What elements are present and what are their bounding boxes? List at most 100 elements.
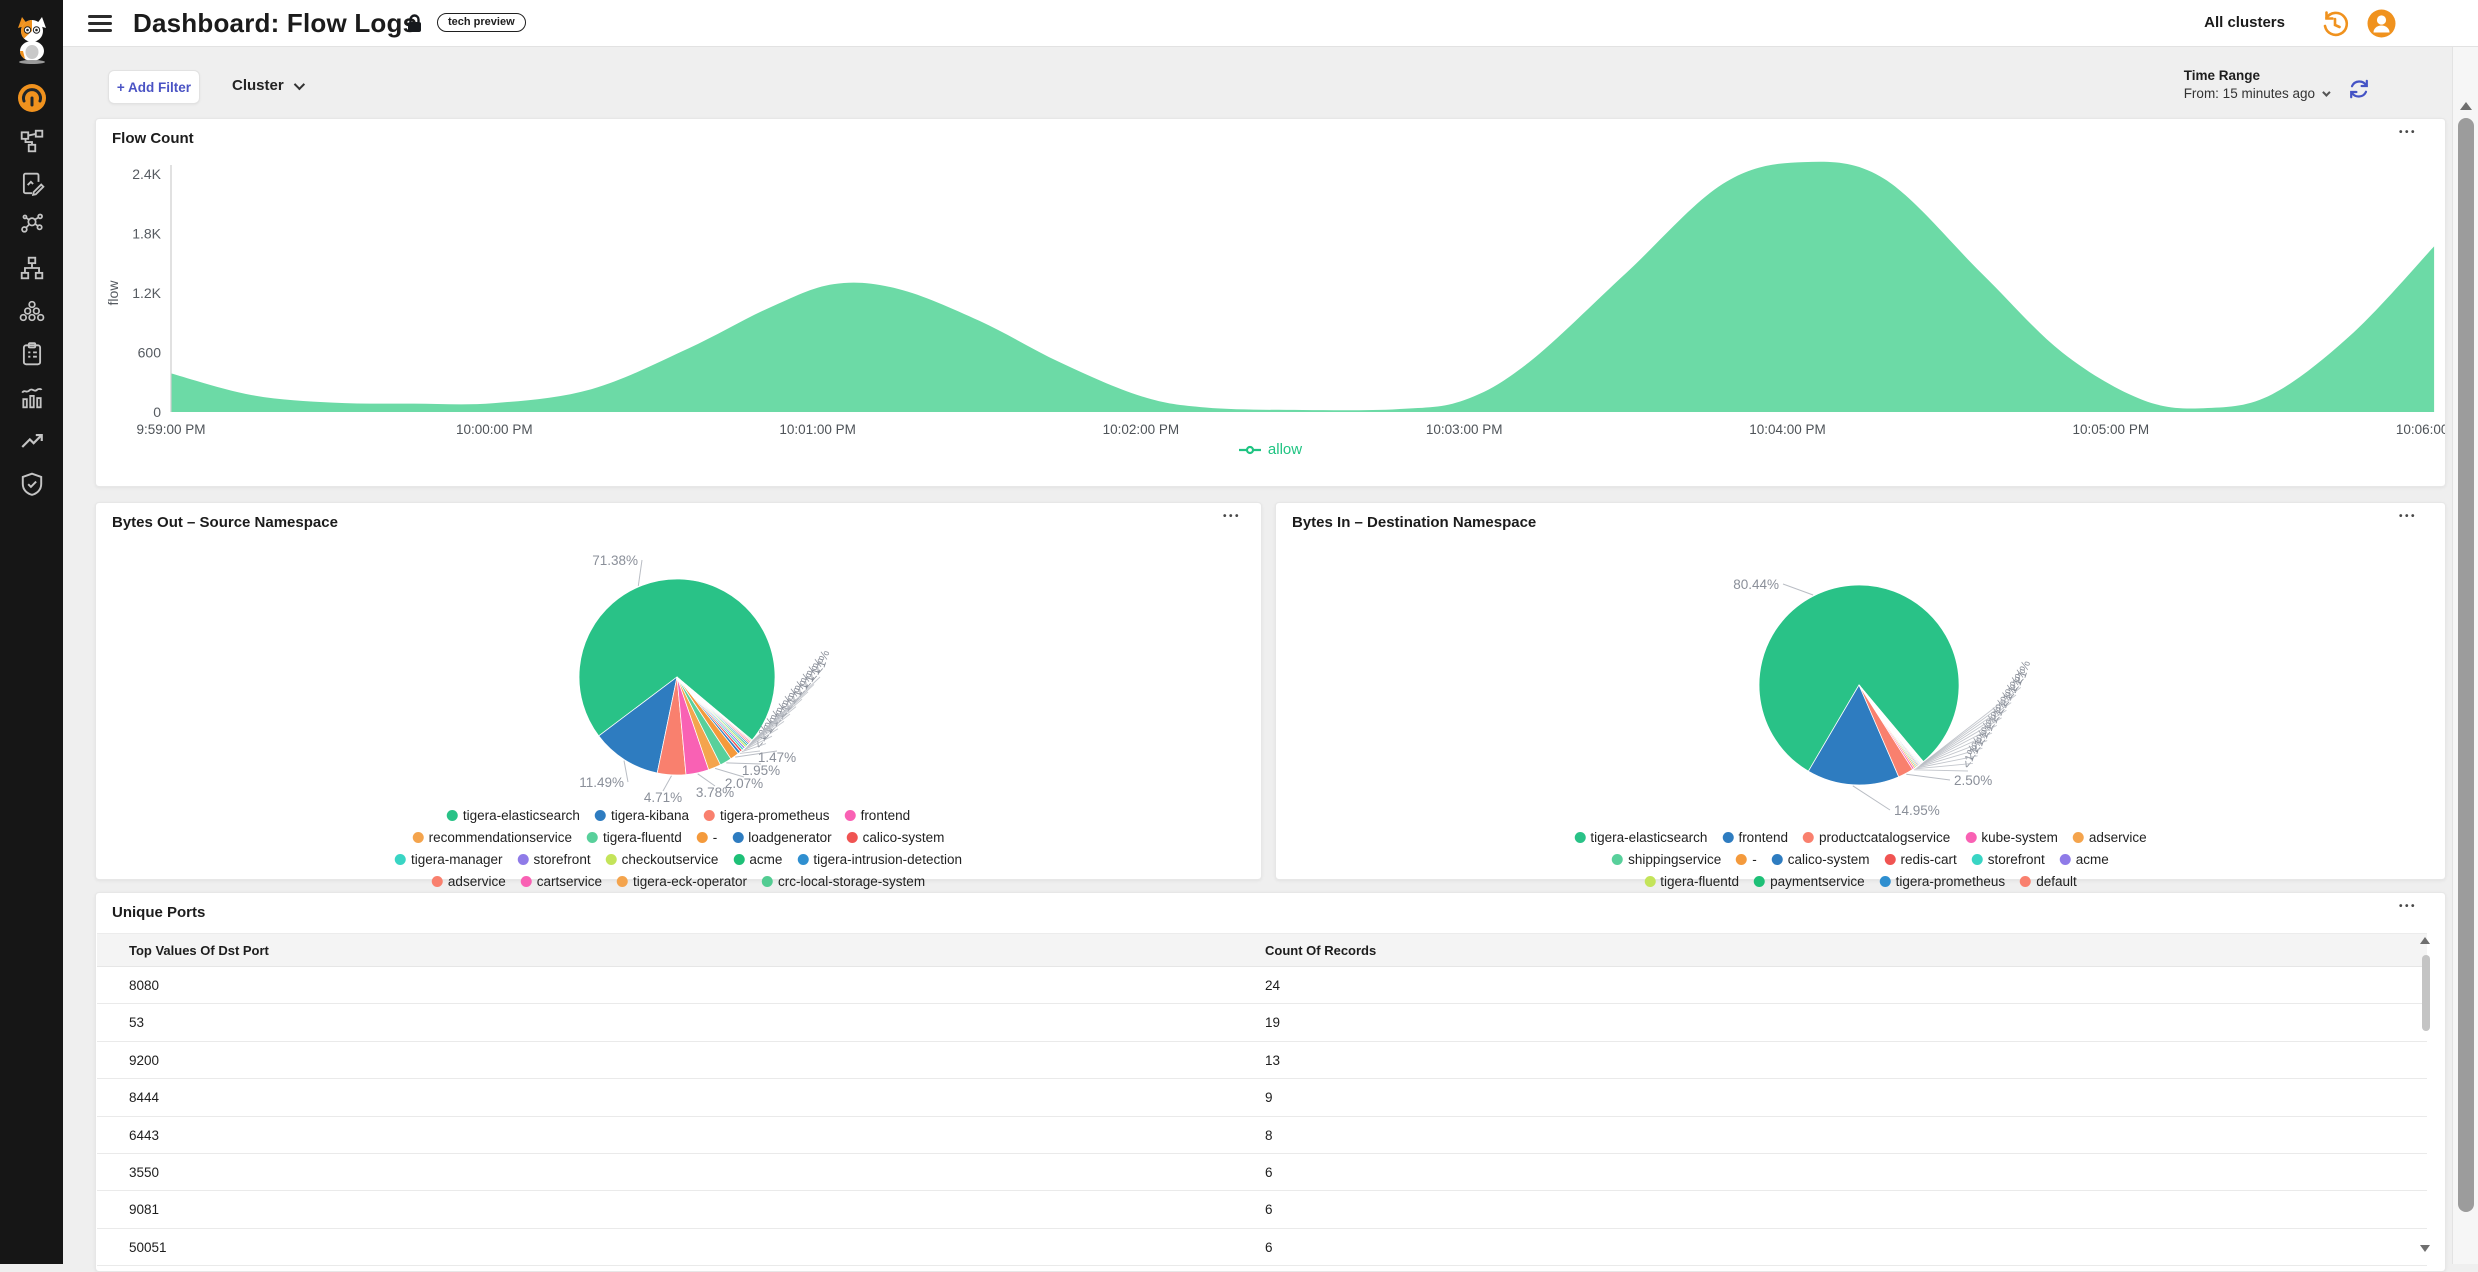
legend-item-storefront[interactable]: storefront bbox=[1972, 852, 2045, 867]
legend-dot bbox=[2073, 832, 2084, 843]
history-icon[interactable] bbox=[2320, 9, 2350, 39]
pie-percent-label: 1.47% bbox=[758, 750, 796, 765]
sidebar-item-network[interactable] bbox=[0, 126, 63, 156]
legend-item-acme[interactable]: acme bbox=[733, 852, 782, 867]
scroll-down-arrow[interactable] bbox=[2420, 1245, 2430, 1252]
legend-item-shippingservice[interactable]: shippingservice bbox=[1612, 852, 1721, 867]
sidebar-item-network-sets[interactable] bbox=[0, 253, 63, 283]
sidebar-item-compliance[interactable] bbox=[0, 469, 63, 499]
pie-label-line bbox=[1853, 786, 1890, 810]
sidebar-item-workloads[interactable] bbox=[0, 296, 63, 326]
lock-icon bbox=[406, 14, 423, 38]
legend-item-tigera-elasticsearch[interactable]: tigera-elasticsearch bbox=[1574, 830, 1707, 845]
legend-item-acme[interactable]: acme bbox=[2060, 852, 2109, 867]
workloads-cluster-icon bbox=[19, 298, 45, 324]
legend-dot bbox=[587, 832, 598, 843]
legend-item-frontend[interactable]: frontend bbox=[1722, 830, 1788, 845]
add-filter-button[interactable]: + Add Filter bbox=[108, 70, 200, 104]
legend-item-paymentservice[interactable]: paymentservice bbox=[1754, 874, 1865, 889]
column-header-dst-port[interactable]: Top Values Of Dst Port bbox=[129, 943, 269, 958]
legend-label: redis-cart bbox=[1901, 852, 1957, 867]
flow-legend-allow[interactable]: allow bbox=[96, 441, 2445, 458]
bytes-in-panel: Bytes In – Destination Namespace ••• 80.… bbox=[1275, 502, 2446, 880]
unique-ports-panel: Unique Ports ••• Top Values Of Dst Port … bbox=[95, 892, 2446, 1272]
x-axis-tick-label: 10:01:00 PM bbox=[779, 422, 856, 437]
y-axis-tick-label: 1.2K bbox=[132, 285, 161, 301]
legend-label: storefront bbox=[1988, 852, 2045, 867]
legend-item-productcatalogservice[interactable]: productcatalogservice bbox=[1803, 830, 1950, 845]
bytes-in-legend: tigera-elasticsearch frontend productcatal… bbox=[1568, 830, 2153, 889]
page-title: Dashboard: Flow Logs bbox=[133, 8, 417, 39]
cell-count: 9 bbox=[1265, 1090, 1273, 1105]
legend-item-cartservice[interactable]: cartservice bbox=[521, 874, 602, 889]
legend-marker-icon bbox=[1239, 445, 1261, 455]
legend-label: tigera-intrusion-detection bbox=[813, 852, 962, 867]
allow-area-series bbox=[171, 162, 2434, 412]
sidebar-item-logs[interactable] bbox=[0, 169, 63, 199]
legend-item-default[interactable]: default bbox=[2020, 874, 2077, 889]
legend-item-tigera-fluentd[interactable]: tigera-fluentd bbox=[587, 830, 682, 845]
legend-item-calico-system[interactable]: calico-system bbox=[1772, 852, 1870, 867]
hamburger-menu-button[interactable] bbox=[88, 15, 112, 33]
legend-label: tigera-elasticsearch bbox=[463, 808, 580, 823]
legend-item-recommendationservice[interactable]: recommendationservice bbox=[413, 830, 572, 845]
page-scrollbar-thumb[interactable] bbox=[2458, 118, 2474, 1212]
legend-item-tigera-prometheus[interactable]: tigera-prometheus bbox=[704, 808, 830, 823]
x-axis-tick-label: 10:02:00 PM bbox=[1103, 422, 1180, 437]
legend-item--[interactable]: - bbox=[1736, 852, 1757, 867]
panel-title: Unique Ports bbox=[112, 904, 205, 921]
chevron-down-icon bbox=[2322, 88, 2330, 96]
legend-dot bbox=[1972, 854, 1983, 865]
legend-item-storefront[interactable]: storefront bbox=[518, 852, 591, 867]
scroll-up-arrow[interactable] bbox=[2460, 102, 2472, 110]
table-row-port-8444: 84449 bbox=[97, 1079, 2427, 1116]
legend-item-kube-system[interactable]: kube-system bbox=[1965, 830, 2058, 845]
sidebar-item-reports[interactable] bbox=[0, 382, 63, 412]
column-header-count[interactable]: Count Of Records bbox=[1265, 943, 1376, 958]
legend-item-tigera-manager[interactable]: tigera-manager bbox=[395, 852, 503, 867]
scroll-up-arrow[interactable] bbox=[2420, 937, 2430, 944]
legend-label: allow bbox=[1268, 441, 1302, 458]
legend-dot bbox=[1736, 854, 1747, 865]
pie-percent-label: 2.07% bbox=[725, 776, 763, 791]
sidebar-item-policies[interactable] bbox=[0, 339, 63, 369]
legend-item-crc-local-storage-system[interactable]: crc-local-storage-system bbox=[762, 874, 925, 889]
legend-item-tigera-kibana[interactable]: tigera-kibana bbox=[595, 808, 689, 823]
legend-item-adservice[interactable]: adservice bbox=[432, 874, 506, 889]
legend-label: tigera-kibana bbox=[611, 808, 689, 823]
table-scrollbar bbox=[2420, 937, 2432, 1267]
legend-label: cartservice bbox=[537, 874, 602, 889]
legend-item-tigera-eck-operator[interactable]: tigera-eck-operator bbox=[617, 874, 747, 889]
cluster-dropdown[interactable]: Cluster bbox=[232, 77, 302, 94]
legend-label: acme bbox=[749, 852, 782, 867]
time-range-control[interactable]: Time Range From: 15 minutes ago bbox=[2184, 68, 2328, 101]
flow-count-panel: Flow Count ••• 06001.2K1.8K2.4Kflow9:59:… bbox=[95, 118, 2446, 487]
table-scrollbar-thumb[interactable] bbox=[2422, 955, 2430, 1031]
legend-dot bbox=[697, 832, 708, 843]
legend-dot bbox=[432, 876, 443, 887]
cell-count: 13 bbox=[1265, 1053, 1280, 1068]
legend-item-tigera-prometheus[interactable]: tigera-prometheus bbox=[1880, 874, 2006, 889]
legend-item-frontend[interactable]: frontend bbox=[845, 808, 911, 823]
trend-arrow-icon bbox=[19, 428, 45, 454]
legend-item-checkoutservice[interactable]: checkoutservice bbox=[606, 852, 719, 867]
legend-item--[interactable]: - bbox=[697, 830, 718, 845]
calico-logo bbox=[0, 14, 63, 66]
legend-item-calico-system[interactable]: calico-system bbox=[847, 830, 945, 845]
legend-item-loadgenerator[interactable]: loadgenerator bbox=[732, 830, 831, 845]
legend-label: default bbox=[2036, 874, 2077, 889]
refresh-icon[interactable] bbox=[2348, 78, 2370, 100]
sidebar-item-trends[interactable] bbox=[0, 426, 63, 456]
all-clusters-label[interactable]: All clusters bbox=[2204, 14, 2285, 31]
legend-item-redis-cart[interactable]: redis-cart bbox=[1885, 852, 1957, 867]
legend-item-tigera-elasticsearch[interactable]: tigera-elasticsearch bbox=[447, 808, 580, 823]
legend-item-tigera-intrusion-detection[interactable]: tigera-intrusion-detection bbox=[797, 852, 962, 867]
panel-menu-icon[interactable]: ••• bbox=[2399, 901, 2417, 912]
legend-item-adservice[interactable]: adservice bbox=[2073, 830, 2147, 845]
sidebar-item-service-graph[interactable] bbox=[0, 209, 63, 239]
cell-count: 6 bbox=[1265, 1240, 1273, 1255]
legend-dot bbox=[1880, 876, 1891, 887]
legend-item-tigera-fluentd[interactable]: tigera-fluentd bbox=[1644, 874, 1739, 889]
user-avatar[interactable] bbox=[2367, 9, 2396, 38]
sidebar-item-dashboard[interactable] bbox=[0, 82, 63, 114]
